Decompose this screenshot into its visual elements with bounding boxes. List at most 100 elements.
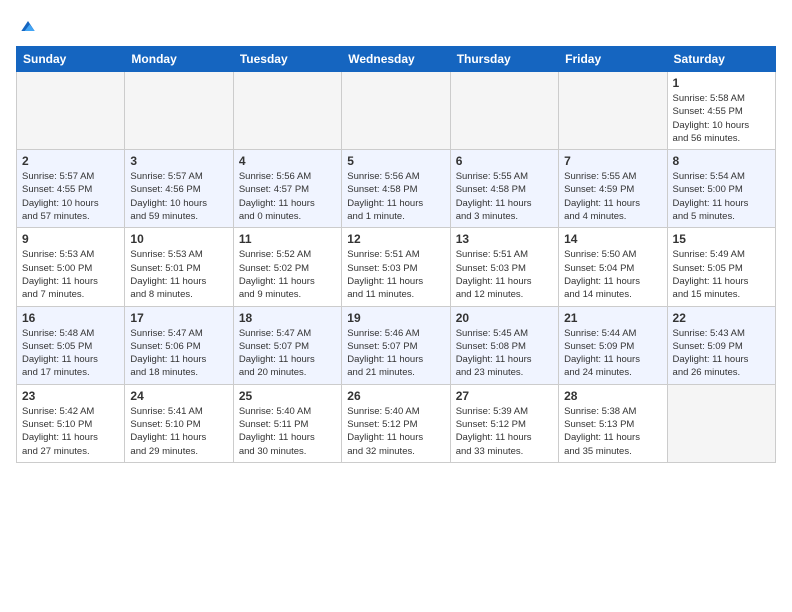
day-info: Sunrise: 5:45 AM Sunset: 5:08 PM Dayligh… bbox=[456, 327, 553, 380]
day-info: Sunrise: 5:40 AM Sunset: 5:11 PM Dayligh… bbox=[239, 405, 336, 458]
calendar-cell: 2 Sunrise: 5:57 AM Sunset: 4:55 PM Daylig… bbox=[17, 150, 125, 228]
day-info: Sunrise: 5:54 AM Sunset: 5:00 PM Dayligh… bbox=[673, 170, 770, 223]
calendar-cell bbox=[450, 72, 558, 150]
day-info: Sunrise: 5:58 AM Sunset: 4:55 PM Dayligh… bbox=[673, 92, 770, 145]
day-info: Sunrise: 5:56 AM Sunset: 4:57 PM Dayligh… bbox=[239, 170, 336, 223]
day-number: 7 bbox=[564, 154, 661, 168]
day-info: Sunrise: 5:41 AM Sunset: 5:10 PM Dayligh… bbox=[130, 405, 227, 458]
page: SundayMondayTuesdayWednesdayThursdayFrid… bbox=[0, 0, 792, 612]
calendar-week-5: 23 Sunrise: 5:42 AM Sunset: 5:10 PM Dayli… bbox=[17, 384, 776, 462]
day-number: 17 bbox=[130, 311, 227, 325]
day-info: Sunrise: 5:42 AM Sunset: 5:10 PM Dayligh… bbox=[22, 405, 119, 458]
calendar-cell: 6Sunrise: 5:55 AM Sunset: 4:58 PM Daylig… bbox=[450, 150, 558, 228]
day-info: Sunrise: 5:49 AM Sunset: 5:05 PM Dayligh… bbox=[673, 248, 770, 301]
calendar-cell: 11 Sunrise: 5:52 AM Sunset: 5:02 PM Dayli… bbox=[233, 228, 341, 306]
day-number: 23 bbox=[22, 389, 119, 403]
day-info: Sunrise: 5:43 AM Sunset: 5:09 PM Dayligh… bbox=[673, 327, 770, 380]
day-number: 16 bbox=[22, 311, 119, 325]
calendar-cell: 5Sunrise: 5:56 AM Sunset: 4:58 PM Daylig… bbox=[342, 150, 450, 228]
day-number: 12 bbox=[347, 232, 444, 246]
calendar-cell: 4 Sunrise: 5:56 AM Sunset: 4:57 PM Daylig… bbox=[233, 150, 341, 228]
calendar-header-thursday: Thursday bbox=[450, 47, 558, 72]
day-info: Sunrise: 5:47 AM Sunset: 5:06 PM Dayligh… bbox=[130, 327, 227, 380]
calendar-cell: 1 Sunrise: 5:58 AM Sunset: 4:55 PM Daylig… bbox=[667, 72, 775, 150]
day-info: Sunrise: 5:50 AM Sunset: 5:04 PM Dayligh… bbox=[564, 248, 661, 301]
day-info: Sunrise: 5:51 AM Sunset: 5:03 PM Dayligh… bbox=[347, 248, 444, 301]
day-info: Sunrise: 5:52 AM Sunset: 5:02 PM Dayligh… bbox=[239, 248, 336, 301]
calendar-cell: 13 Sunrise: 5:51 AM Sunset: 5:03 PM Dayli… bbox=[450, 228, 558, 306]
day-number: 13 bbox=[456, 232, 553, 246]
calendar-cell: 26 Sunrise: 5:40 AM Sunset: 5:12 PM Dayli… bbox=[342, 384, 450, 462]
day-info: Sunrise: 5:39 AM Sunset: 5:12 PM Dayligh… bbox=[456, 405, 553, 458]
day-number: 19 bbox=[347, 311, 444, 325]
calendar-header-saturday: Saturday bbox=[667, 47, 775, 72]
calendar-header-tuesday: Tuesday bbox=[233, 47, 341, 72]
day-info: Sunrise: 5:55 AM Sunset: 4:58 PM Dayligh… bbox=[456, 170, 553, 223]
day-info: Sunrise: 5:55 AM Sunset: 4:59 PM Dayligh… bbox=[564, 170, 661, 223]
day-number: 5 bbox=[347, 154, 444, 168]
day-info: Sunrise: 5:57 AM Sunset: 4:56 PM Dayligh… bbox=[130, 170, 227, 223]
day-number: 27 bbox=[456, 389, 553, 403]
calendar-cell: 21Sunrise: 5:44 AM Sunset: 5:09 PM Dayli… bbox=[559, 306, 667, 384]
day-number: 15 bbox=[673, 232, 770, 246]
day-info: Sunrise: 5:46 AM Sunset: 5:07 PM Dayligh… bbox=[347, 327, 444, 380]
calendar-header-row: SundayMondayTuesdayWednesdayThursdayFrid… bbox=[17, 47, 776, 72]
day-number: 8 bbox=[673, 154, 770, 168]
day-info: Sunrise: 5:57 AM Sunset: 4:55 PM Dayligh… bbox=[22, 170, 119, 223]
calendar-cell: 7 Sunrise: 5:55 AM Sunset: 4:59 PM Daylig… bbox=[559, 150, 667, 228]
calendar-cell: 8 Sunrise: 5:54 AM Sunset: 5:00 PM Daylig… bbox=[667, 150, 775, 228]
day-number: 25 bbox=[239, 389, 336, 403]
calendar-cell: 25 Sunrise: 5:40 AM Sunset: 5:11 PM Dayli… bbox=[233, 384, 341, 462]
calendar-cell: 18Sunrise: 5:47 AM Sunset: 5:07 PM Dayli… bbox=[233, 306, 341, 384]
calendar-cell bbox=[17, 72, 125, 150]
calendar-cell: 17 Sunrise: 5:47 AM Sunset: 5:06 PM Dayli… bbox=[125, 306, 233, 384]
calendar-cell: 14 Sunrise: 5:50 AM Sunset: 5:04 PM Dayli… bbox=[559, 228, 667, 306]
day-number: 26 bbox=[347, 389, 444, 403]
day-number: 4 bbox=[239, 154, 336, 168]
calendar-cell: 3 Sunrise: 5:57 AM Sunset: 4:56 PM Daylig… bbox=[125, 150, 233, 228]
logo-icon bbox=[18, 16, 38, 36]
day-info: Sunrise: 5:53 AM Sunset: 5:01 PM Dayligh… bbox=[130, 248, 227, 301]
day-number: 11 bbox=[239, 232, 336, 246]
day-number: 2 bbox=[22, 154, 119, 168]
day-number: 28 bbox=[564, 389, 661, 403]
calendar-cell bbox=[559, 72, 667, 150]
calendar-week-4: 16 Sunrise: 5:48 AM Sunset: 5:05 PM Dayli… bbox=[17, 306, 776, 384]
calendar-week-2: 2 Sunrise: 5:57 AM Sunset: 4:55 PM Daylig… bbox=[17, 150, 776, 228]
calendar-cell: 19 Sunrise: 5:46 AM Sunset: 5:07 PM Dayli… bbox=[342, 306, 450, 384]
calendar: SundayMondayTuesdayWednesdayThursdayFrid… bbox=[16, 46, 776, 463]
calendar-cell: 24 Sunrise: 5:41 AM Sunset: 5:10 PM Dayli… bbox=[125, 384, 233, 462]
calendar-header-wednesday: Wednesday bbox=[342, 47, 450, 72]
day-info: Sunrise: 5:38 AM Sunset: 5:13 PM Dayligh… bbox=[564, 405, 661, 458]
day-number: 10 bbox=[130, 232, 227, 246]
calendar-cell: 15 Sunrise: 5:49 AM Sunset: 5:05 PM Dayli… bbox=[667, 228, 775, 306]
day-number: 3 bbox=[130, 154, 227, 168]
day-number: 9 bbox=[22, 232, 119, 246]
calendar-week-1: 1 Sunrise: 5:58 AM Sunset: 4:55 PM Daylig… bbox=[17, 72, 776, 150]
day-info: Sunrise: 5:51 AM Sunset: 5:03 PM Dayligh… bbox=[456, 248, 553, 301]
calendar-header-friday: Friday bbox=[559, 47, 667, 72]
day-number: 1 bbox=[673, 76, 770, 90]
day-info: Sunrise: 5:47 AM Sunset: 5:07 PM Dayligh… bbox=[239, 327, 336, 380]
header bbox=[16, 16, 776, 36]
calendar-cell: 12 Sunrise: 5:51 AM Sunset: 5:03 PM Dayli… bbox=[342, 228, 450, 306]
calendar-cell: 27 Sunrise: 5:39 AM Sunset: 5:12 PM Dayli… bbox=[450, 384, 558, 462]
day-number: 14 bbox=[564, 232, 661, 246]
calendar-cell: 10 Sunrise: 5:53 AM Sunset: 5:01 PM Dayli… bbox=[125, 228, 233, 306]
day-number: 22 bbox=[673, 311, 770, 325]
calendar-header-monday: Monday bbox=[125, 47, 233, 72]
calendar-header-sunday: Sunday bbox=[17, 47, 125, 72]
day-info: Sunrise: 5:40 AM Sunset: 5:12 PM Dayligh… bbox=[347, 405, 444, 458]
calendar-cell: 16 Sunrise: 5:48 AM Sunset: 5:05 PM Dayli… bbox=[17, 306, 125, 384]
calendar-cell bbox=[125, 72, 233, 150]
calendar-cell: 9Sunrise: 5:53 AM Sunset: 5:00 PM Daylig… bbox=[17, 228, 125, 306]
logo bbox=[16, 16, 38, 36]
day-number: 20 bbox=[456, 311, 553, 325]
day-info: Sunrise: 5:44 AM Sunset: 5:09 PM Dayligh… bbox=[564, 327, 661, 380]
day-number: 24 bbox=[130, 389, 227, 403]
calendar-week-3: 9Sunrise: 5:53 AM Sunset: 5:00 PM Daylig… bbox=[17, 228, 776, 306]
calendar-cell bbox=[342, 72, 450, 150]
calendar-cell bbox=[233, 72, 341, 150]
calendar-cell: 28 Sunrise: 5:38 AM Sunset: 5:13 PM Dayli… bbox=[559, 384, 667, 462]
day-info: Sunrise: 5:48 AM Sunset: 5:05 PM Dayligh… bbox=[22, 327, 119, 380]
